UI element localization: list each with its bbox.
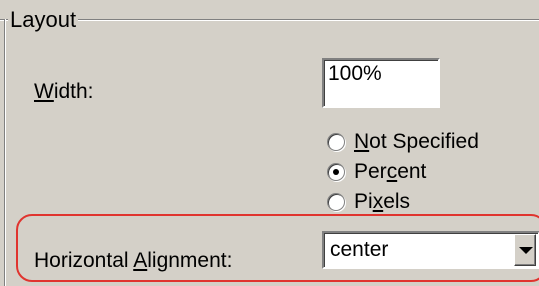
layout-groupbox-left-border	[4, 19, 6, 286]
radio-not-specified-access-key: N	[354, 130, 370, 153]
radio-percent-label: Percent	[354, 160, 426, 184]
layout-groupbox-title: Layout	[8, 7, 79, 32]
dropdown-button[interactable]	[514, 234, 536, 266]
layout-groupbox-top-border	[0, 19, 539, 21]
radio-percent-circle[interactable]	[327, 163, 345, 181]
horizontal-alignment-label: Horizontal Alignment:	[34, 249, 232, 273]
horizontal-alignment-label-before: Horizontal	[34, 249, 134, 272]
radio-percent-label-rest: ent	[397, 160, 427, 183]
horizontal-alignment-select[interactable]: center	[322, 231, 539, 269]
width-label: Width:	[34, 80, 94, 104]
radio-pixels-label: Pixels	[354, 190, 410, 214]
radio-pixels-access-key: x	[372, 190, 384, 213]
horizontal-alignment-label-rest: lignment:	[147, 249, 233, 272]
layout-dialog-section: Layout Width: 100% Not Specified Percent…	[0, 0, 539, 286]
radio-not-specified[interactable]: Not Specified	[327, 129, 479, 155]
radio-pixels-circle[interactable]	[327, 193, 345, 211]
radio-not-specified-label-rest: ot Specified	[369, 130, 479, 153]
radio-not-specified-circle[interactable]	[327, 133, 345, 151]
radio-percent[interactable]: Percent	[327, 159, 426, 185]
radio-not-specified-label: Not Specified	[354, 130, 479, 154]
radio-pixels-label-rest: els	[383, 190, 411, 213]
radio-pixels[interactable]: Pixels	[327, 189, 410, 215]
radio-pixels-label-before: Pi	[354, 190, 373, 213]
chevron-down-icon	[519, 247, 533, 254]
width-field[interactable]: 100%	[322, 58, 440, 108]
width-label-rest: idth:	[53, 80, 94, 103]
horizontal-alignment-access-key: A	[133, 249, 148, 272]
radio-percent-access-key: c	[386, 160, 398, 183]
width-label-access-key: W	[34, 80, 54, 103]
dialog-top-strip	[0, 0, 539, 6]
horizontal-alignment-value: center	[330, 238, 389, 261]
radio-percent-label-before: Per	[354, 160, 387, 183]
